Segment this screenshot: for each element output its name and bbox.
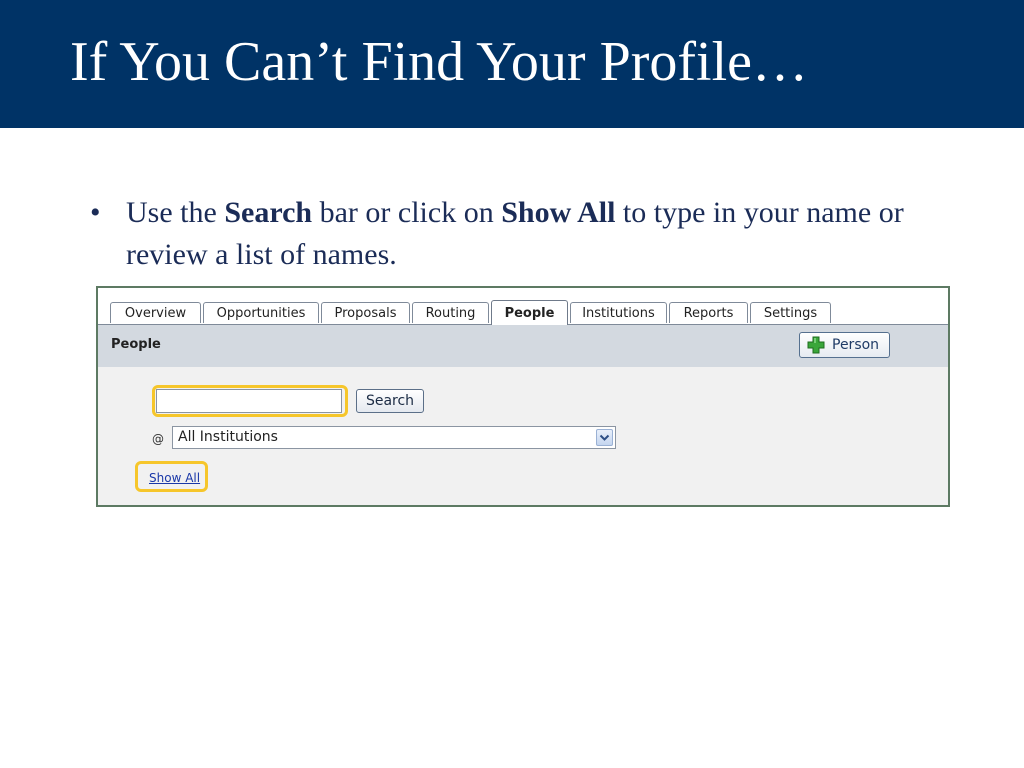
institution-select-value: All Institutions [178, 429, 278, 445]
show-all-link[interactable]: Show All [149, 471, 200, 485]
bullet-bold-search: Search [224, 196, 313, 229]
chevron-down-icon[interactable] [596, 429, 613, 446]
bullet-middle: bar or click on [319, 196, 494, 229]
search-button[interactable]: Search [356, 389, 424, 413]
tab-institutions[interactable]: Institutions [570, 302, 667, 323]
tab-opportunities[interactable]: Opportunities [203, 302, 319, 323]
slide-title: If You Can’t Find Your Profile… [70, 31, 808, 93]
tab-overview[interactable]: Overview [110, 302, 201, 323]
tab-routing[interactable]: Routing [412, 302, 489, 323]
section-title: People [111, 337, 161, 352]
institution-select[interactable]: All Institutions [172, 426, 616, 449]
add-person-button[interactable]: Person [799, 332, 890, 358]
tab-proposals[interactable]: Proposals [321, 302, 410, 323]
app-screenshot: Overview Opportunities Proposals Routing… [96, 286, 950, 507]
chevron-down-glyph [599, 434, 610, 441]
at-label: @ [152, 432, 164, 446]
add-person-label: Person [832, 337, 880, 353]
tab-strip: Overview Opportunities Proposals Routing… [98, 288, 948, 325]
bullet-bold-show-all: Show All [501, 196, 616, 229]
tab-settings[interactable]: Settings [750, 302, 831, 323]
search-input[interactable] [156, 389, 342, 413]
section-header: People Person [98, 325, 948, 367]
plus-icon [807, 336, 825, 354]
title-bar: If You Can’t Find Your Profile… [0, 0, 1024, 128]
bullet-prefix: Use the [126, 196, 217, 229]
bullet-text: Use the Search bar or click on Show All … [126, 192, 916, 276]
tab-people[interactable]: People [491, 300, 568, 325]
tab-reports[interactable]: Reports [669, 302, 748, 323]
bullet-marker: • [90, 196, 101, 229]
